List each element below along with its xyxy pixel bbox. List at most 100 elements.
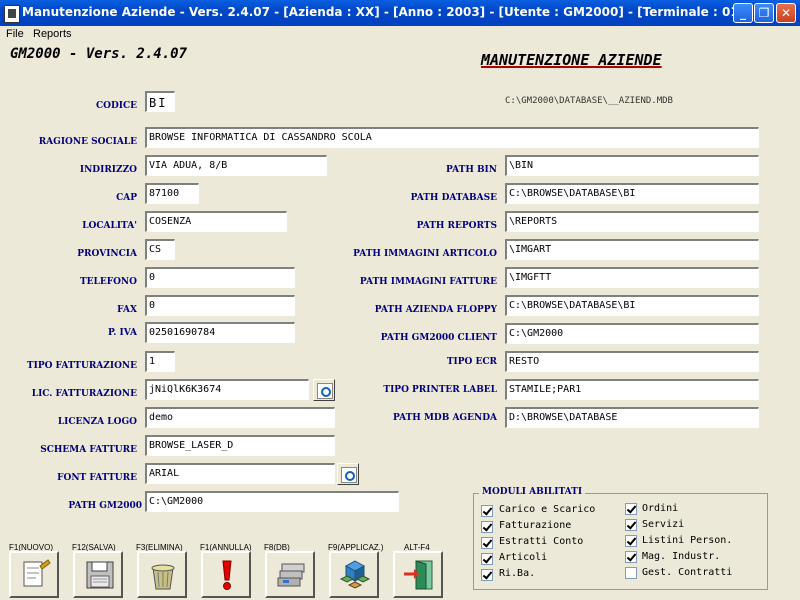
path-bin-label: PATH BIN (446, 165, 497, 175)
ordini-checkbox[interactable] (625, 503, 637, 515)
ragione-sociale-field[interactable]: BROWSE INFORMATICA DI CASSANDRO SCOLA (145, 127, 759, 148)
gest-contratti-checkbox[interactable] (625, 567, 637, 579)
close-button[interactable]: ✕ (776, 3, 796, 23)
exit-button[interactable] (393, 551, 443, 598)
elimina-button[interactable] (137, 551, 187, 598)
path-bin-field[interactable]: \BIN (505, 155, 759, 176)
path-mdb-agenda-field[interactable]: D:\BROWSE\DATABASE (505, 407, 759, 428)
nuovo-button[interactable] (9, 551, 59, 598)
indirizzo-field[interactable]: VIA ADUA, 8/B (145, 155, 327, 176)
path-immagini-articolo-label: PATH IMMAGINI ARTICOLO (353, 249, 497, 259)
app-version: GM2000 - Vers. 2.4.07 (10, 46, 188, 62)
title-bar: Manutenzione Aziende - Vers. 2.4.07 - [A… (0, 0, 800, 26)
path-azienda-floppy-label: PATH AZIENDA FLOPPY (374, 305, 497, 315)
listini-person-checkbox[interactable] (625, 535, 637, 547)
riba-label: Ri.Ba. (499, 568, 536, 579)
window-title: Manutenzione Aziende - Vers. 2.4.07 - [A… (22, 5, 745, 19)
font-fatture-field[interactable]: ARIAL (145, 463, 335, 484)
cap-label: CAP (116, 193, 137, 203)
annulla-button[interactable] (201, 551, 251, 598)
trash-bin-icon (151, 564, 175, 590)
cubes-icon (339, 560, 371, 589)
mag-industr-checkbox[interactable] (625, 551, 637, 563)
magnifier-icon (341, 467, 357, 483)
servizi-checkbox[interactable] (625, 519, 637, 531)
lic-fatturazione-field[interactable]: jNiQlK6K3674 (145, 379, 309, 400)
piva-label: P. IVA (107, 328, 137, 338)
mag-industr-label: Mag. Industr. (642, 551, 721, 562)
exit-door-icon (404, 560, 433, 590)
servizi-label: Servizi (642, 519, 685, 530)
menu-file[interactable]: File (6, 28, 24, 40)
path-reports-field[interactable]: \REPORTS (505, 211, 759, 232)
gest-contratti-label: Gest. Contratti (642, 567, 733, 578)
menu-reports[interactable]: Reports (33, 28, 72, 40)
ragione-sociale-label: RAGIONE SOCIALE (38, 137, 137, 147)
path-reports-label: PATH REPORTS (416, 221, 497, 231)
riba-checkbox[interactable] (481, 569, 493, 581)
piva-field[interactable]: 02501690784 (145, 322, 295, 343)
path-database-label: PATH DATABASE (410, 193, 497, 203)
tipo-ecr-label: TIPO ECR (446, 357, 497, 367)
articoli-checkbox[interactable] (481, 553, 493, 565)
provincia-field[interactable]: CS (145, 239, 175, 260)
licenza-logo-label: LICENZA LOGO (57, 417, 137, 427)
fatturazione-checkbox[interactable] (481, 521, 493, 533)
path-immagini-articolo-field[interactable]: \IMGART (505, 239, 759, 260)
salva-button[interactable] (73, 551, 123, 598)
listini-person-label: Listini Person. (642, 535, 733, 546)
path-gm2000-client-label: PATH GM2000 CLIENT (380, 333, 497, 343)
minimize-button[interactable]: _ (733, 3, 753, 23)
tipo-fatturazione-label: TIPO FATTURAZIONE (26, 361, 137, 371)
schema-fatture-field[interactable]: BROWSE_LASER_D (145, 435, 335, 456)
licenza-logo-field[interactable]: demo (145, 407, 335, 428)
codice-label: CODICE (95, 101, 137, 111)
path-immagini-fatture-label: PATH IMMAGINI FATTURE (359, 277, 497, 287)
tipo-ecr-field[interactable]: RESTO (505, 351, 759, 372)
floppy-disk-icon (86, 561, 114, 589)
maximize-button[interactable]: ❐ (754, 3, 774, 23)
indirizzo-label: INDIRIZZO (79, 165, 137, 175)
cap-field[interactable]: 87100 (145, 183, 199, 204)
app-icon[interactable] (4, 5, 20, 23)
path-immagini-fatture-field[interactable]: \IMGFTT (505, 267, 759, 288)
carico-scarico-label: Carico e Scarico (499, 504, 596, 515)
localita-field[interactable]: COSENZA (145, 211, 287, 232)
form-title: MANUTENZIONE AZIENDE (481, 51, 662, 69)
moduli-abilitati-title: MODULI ABILITATI (479, 487, 586, 497)
ordini-label: Ordini (642, 503, 679, 514)
telefono-label: TELEFONO (79, 277, 137, 287)
telefono-field[interactable]: 0 (145, 267, 295, 288)
path-azienda-floppy-field[interactable]: C:\BROWSE\DATABASE\BI (505, 295, 759, 316)
new-document-icon (23, 559, 51, 587)
path-mdb-agenda-label: PATH MDB AGENDA (393, 413, 497, 423)
applicazioni-button[interactable] (329, 551, 379, 598)
codice-field[interactable]: BI (145, 91, 175, 112)
fax-label: FAX (117, 305, 137, 315)
path-gm2000-label: PATH GM2000 (68, 501, 142, 511)
estratti-conto-label: Estratti Conto (499, 536, 584, 547)
database-path: C:\GM2000\DATABASE\__AZIEND.MDB (505, 96, 673, 106)
database-icon (277, 563, 305, 587)
path-database-field[interactable]: C:\BROWSE\DATABASE\BI (505, 183, 759, 204)
lic-fatturazione-label: LIC. FATTURAZIONE (31, 389, 137, 399)
lic-fatturazione-lookup-button[interactable] (313, 379, 335, 401)
path-gm2000-client-field[interactable]: C:\GM2000 (505, 323, 759, 344)
carico-scarico-checkbox[interactable] (481, 505, 493, 517)
tipo-printer-label-label: TIPO PRINTER LABEL (383, 385, 497, 395)
db-button[interactable] (265, 551, 315, 598)
tipo-fatturazione-field[interactable]: 1 (145, 351, 175, 372)
font-fatture-label: FONT FATTURE (57, 473, 137, 483)
tipo-printer-label-field[interactable]: STAMILE;PAR1 (505, 379, 759, 400)
provincia-label: PROVINCIA (77, 249, 137, 259)
estratti-conto-checkbox[interactable] (481, 537, 493, 549)
font-fatture-lookup-button[interactable] (337, 463, 359, 485)
menu-bar: File Reports (0, 26, 800, 44)
localita-label: LOCALITA' (82, 221, 137, 231)
articoli-label: Articoli (499, 552, 548, 563)
magnifier-icon (317, 383, 333, 399)
fatturazione-label: Fatturazione (499, 520, 572, 531)
exclamation-icon (222, 560, 232, 590)
path-gm2000-field[interactable]: C:\GM2000 (145, 491, 399, 512)
fax-field[interactable]: 0 (145, 295, 295, 316)
